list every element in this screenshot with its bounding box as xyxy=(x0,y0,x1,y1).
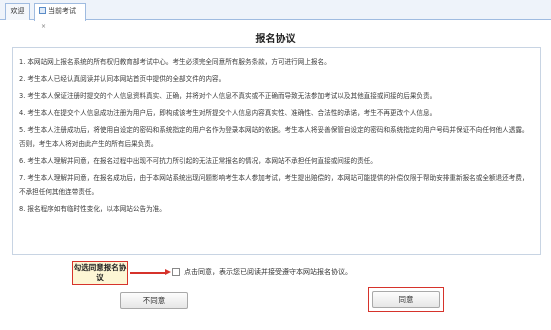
instruction-callout: 勾选同意报名协议 xyxy=(72,261,128,285)
agree-button[interactable]: 同意 xyxy=(372,291,440,308)
page-title: 报名协议 xyxy=(255,34,296,45)
tab-current-exam[interactable]: 当前考试 × xyxy=(34,3,86,30)
tab-strip: 欢迎 当前考试 × xyxy=(0,0,551,30)
terms-panel: 1. 本网站网上报名系统的所有权归教育部考试中心。考生必须完全同意所有服务条款，… xyxy=(12,47,541,255)
close-icon[interactable]: × xyxy=(41,23,46,30)
arrow-right-icon xyxy=(130,269,171,275)
term-item: 2. 考生本人已经认真阅读并认同本网站首页中提供的全部文件的内容。 xyxy=(19,75,226,83)
agree-checkbox-label[interactable]: 点击同意，表示您已阅读并接受遵守本网站报名协议。 xyxy=(184,267,352,277)
tab-current-exam-label: 当前考试 xyxy=(48,7,76,15)
term-item: 7. 考生本人理解并同意，在报名成功后，由于本网站系统出现问题影响考生本人参加考… xyxy=(19,174,529,196)
tab-welcome-label: 欢迎 xyxy=(10,7,25,15)
term-item: 6. 考生本人理解并同意，在报名过程中出现不可抗力所引起的无法正常报名的情况，本… xyxy=(19,157,377,165)
page-icon xyxy=(39,7,46,14)
term-item: 4. 考生本人在提交个人信息成功注册为用户后，即构成该考生对所提交个人信息内容真… xyxy=(19,109,437,117)
term-item: 3. 考生本人保证注册时提交的个人信息资料真实、正确，并将对个人信息不真实或不正… xyxy=(19,92,437,100)
disagree-button[interactable]: 不同意 xyxy=(120,292,188,309)
term-item: 1. 本网站网上报名系统的所有权归教育部考试中心。考生必须完全同意所有服务条款，… xyxy=(19,58,331,66)
term-item: 8. 报名程序如有临时性变化，以本网站公告为准。 xyxy=(19,205,166,213)
term-item: 5. 考生本人注册成功后，将使用自设定的密码和系统指定的用户名作为登录本网站的依… xyxy=(19,126,529,148)
tab-welcome[interactable]: 欢迎 xyxy=(5,3,30,20)
agree-checkbox[interactable] xyxy=(172,268,180,276)
